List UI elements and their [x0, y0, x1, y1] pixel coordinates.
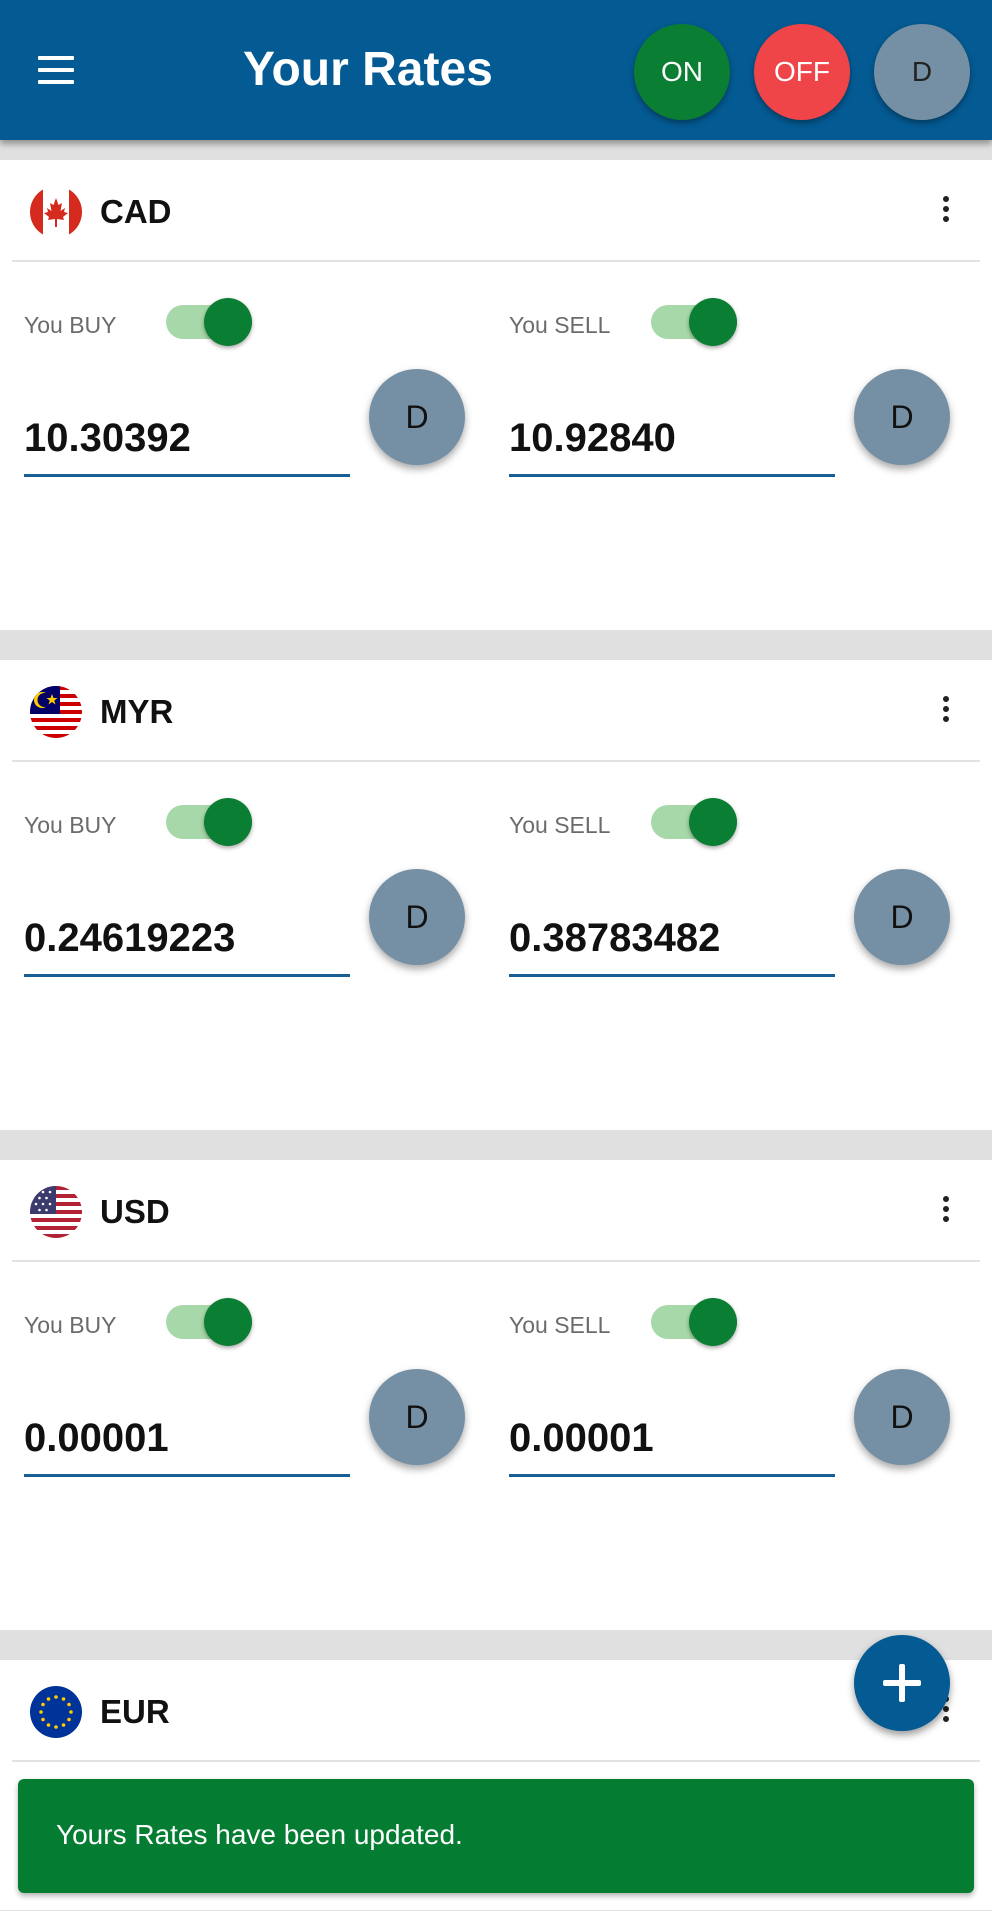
- sell-label: You SELL: [509, 1312, 611, 1338]
- sell-rate-value: 0.00001: [509, 1416, 654, 1460]
- currency-code: CAD: [100, 193, 172, 230]
- card-header: EUR: [12, 1660, 980, 1762]
- currency-card-myr: MYR You BUY 0.24619223 D You SELL 0.3878…: [0, 660, 992, 1130]
- canada-flag-icon: [30, 186, 82, 238]
- sell-default-button[interactable]: D: [854, 1369, 950, 1465]
- card-header: MYR: [12, 660, 980, 762]
- sell-rate-value: 0.38783482: [509, 916, 721, 960]
- sell-rate-input[interactable]: 0.38783482: [509, 910, 835, 977]
- more-options-icon[interactable]: [940, 696, 952, 726]
- buy-section: You BUY 0.24619223 D: [24, 760, 484, 1130]
- sell-section: You SELL 10.92840 D: [509, 260, 969, 630]
- eu-flag-icon: [30, 1686, 82, 1738]
- buy-rate-value: 10.30392: [24, 416, 191, 460]
- snackbar: Yours Rates have been updated.: [18, 1779, 974, 1893]
- buy-rate-input[interactable]: 0.00001: [24, 1410, 350, 1477]
- default-button[interactable]: D: [874, 24, 970, 120]
- currency-code: EUR: [100, 1693, 170, 1730]
- more-options-icon[interactable]: [940, 1196, 952, 1226]
- sell-rate-input[interactable]: 10.92840: [509, 410, 835, 477]
- card-header: USD: [12, 1160, 980, 1262]
- buy-section: You BUY 0.00001 D: [24, 1260, 484, 1630]
- add-currency-button[interactable]: [854, 1635, 950, 1731]
- sell-label: You SELL: [509, 812, 611, 838]
- sell-default-button[interactable]: D: [854, 869, 950, 965]
- sell-section: You SELL 0.00001 D: [509, 1260, 969, 1630]
- page-title: Your Rates: [243, 43, 493, 96]
- off-button[interactable]: OFF: [754, 24, 850, 120]
- buy-rate-value: 0.24619223: [24, 916, 236, 960]
- snackbar-message: Yours Rates have been updated.: [56, 1819, 463, 1850]
- sell-section: You SELL 0.38783482 D: [509, 760, 969, 1130]
- on-button[interactable]: ON: [634, 24, 730, 120]
- sell-toggle[interactable]: [647, 296, 741, 348]
- buy-label: You BUY: [24, 812, 117, 838]
- sell-rate-value: 10.92840: [509, 416, 676, 460]
- currency-card-usd: USD You BUY 0.00001 D You SELL 0.00001 D: [0, 1160, 992, 1630]
- buy-toggle[interactable]: [162, 1296, 256, 1348]
- buy-rate-input[interactable]: 10.30392: [24, 410, 350, 477]
- buy-default-button[interactable]: D: [369, 369, 465, 465]
- sell-rate-input[interactable]: 0.00001: [509, 1410, 835, 1477]
- buy-default-button[interactable]: D: [369, 869, 465, 965]
- sell-default-button[interactable]: D: [854, 369, 950, 465]
- buy-toggle[interactable]: [162, 796, 256, 848]
- sell-toggle[interactable]: [647, 796, 741, 848]
- malaysia-flag-icon: [30, 686, 82, 738]
- currency-code: MYR: [100, 693, 174, 730]
- buy-label: You BUY: [24, 312, 117, 338]
- buy-default-button[interactable]: D: [369, 1369, 465, 1465]
- buy-section: You BUY 10.30392 D: [24, 260, 484, 630]
- sell-label: You SELL: [509, 312, 611, 338]
- usa-flag-icon: [30, 1186, 82, 1238]
- buy-rate-input[interactable]: 0.24619223: [24, 910, 350, 977]
- app-bar: Your Rates ON OFF D: [0, 0, 992, 140]
- buy-label: You BUY: [24, 1312, 117, 1338]
- card-header: CAD: [12, 160, 980, 262]
- more-options-icon[interactable]: [940, 196, 952, 226]
- buy-toggle[interactable]: [162, 296, 256, 348]
- currency-code: USD: [100, 1193, 170, 1230]
- buy-rate-value: 0.00001: [24, 1416, 169, 1460]
- menu-icon[interactable]: [38, 56, 74, 84]
- sell-toggle[interactable]: [647, 1296, 741, 1348]
- currency-card-cad: CAD You BUY 10.30392 D You SELL 10.92840…: [0, 160, 992, 630]
